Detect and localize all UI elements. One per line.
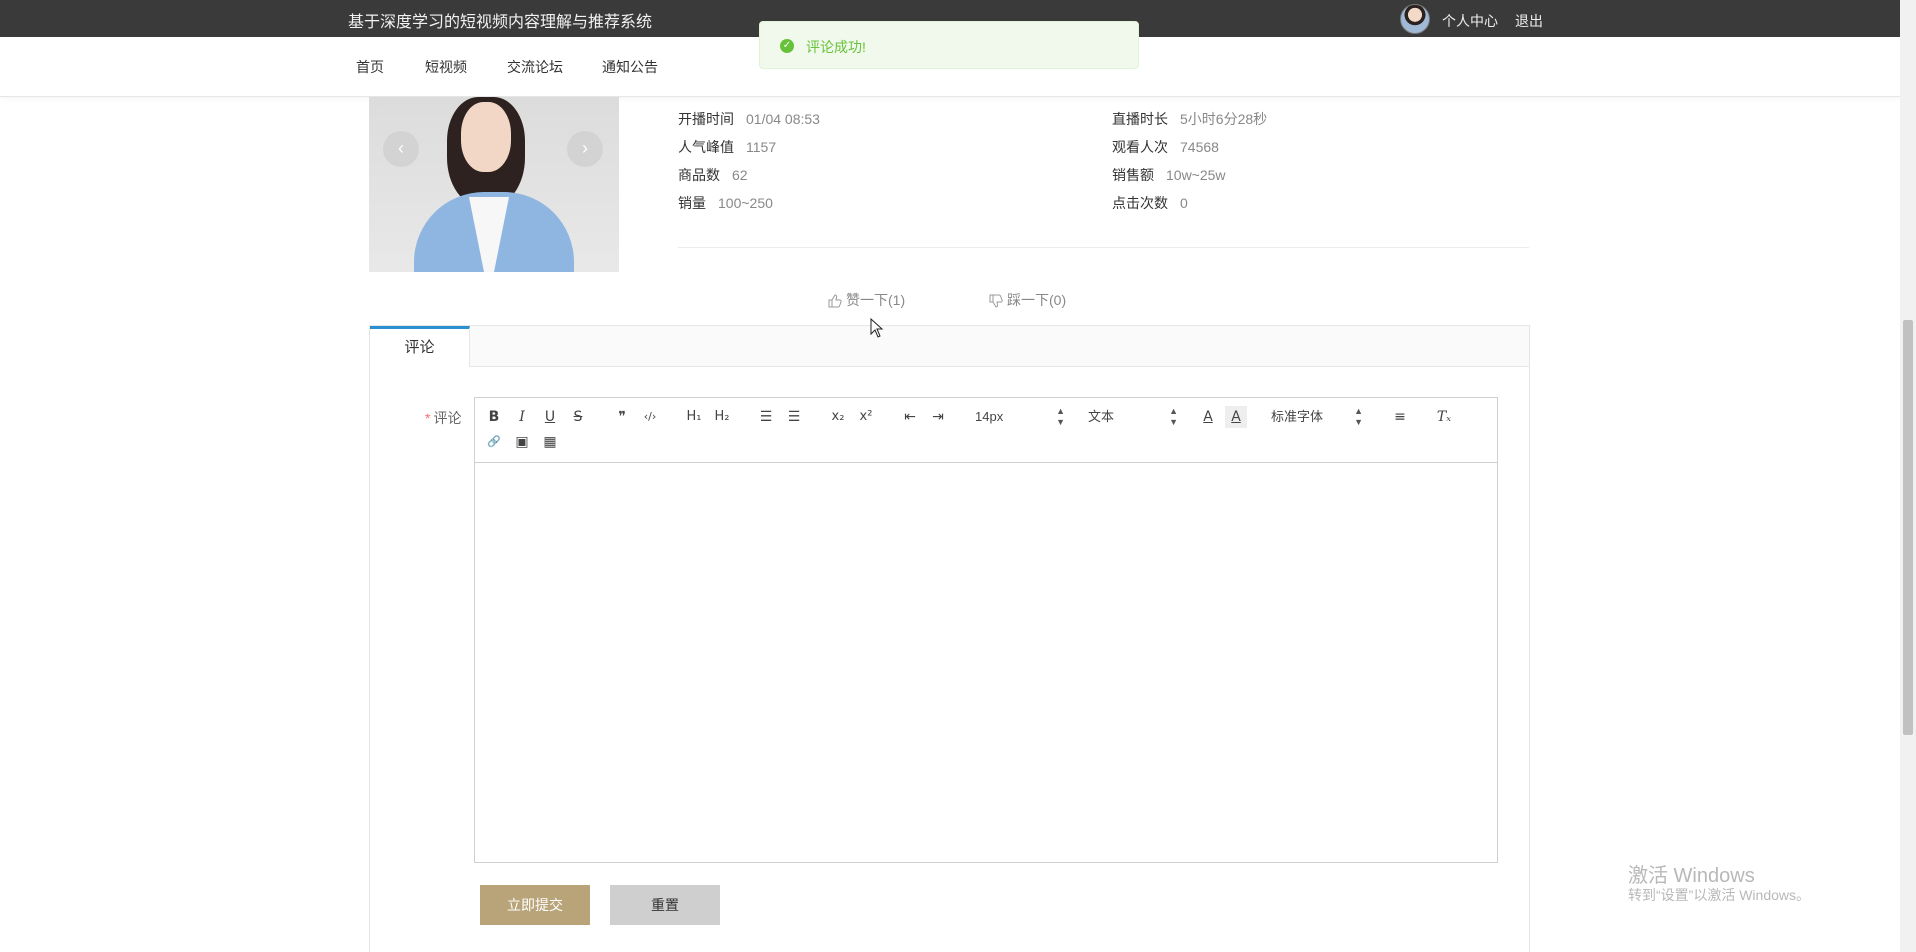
like-button[interactable]: 赞一下(1) <box>828 290 905 310</box>
nav-item-notice[interactable]: 通知公告 <box>602 57 658 77</box>
header-picker[interactable]: 文本 ▲ ▼ <box>1088 406 1178 428</box>
superscript-button[interactable]: x² <box>855 406 877 428</box>
text-color-button[interactable]: A <box>1197 406 1219 428</box>
info-value: 74568 <box>1180 139 1219 155</box>
comment-label-text: 评论 <box>433 410 462 426</box>
info-label: 直播时长 <box>1112 111 1168 127</box>
activation-watermark-title: 激活 Windows <box>1628 865 1755 887</box>
blockquote-button[interactable]: ❞ <box>611 406 633 428</box>
info-value: 5小时6分28秒 <box>1180 111 1268 127</box>
code-block-button[interactable]: ‹/› <box>639 406 661 428</box>
picker-arrows-icon: ▲ ▼ <box>1056 406 1065 427</box>
font-size-value: 14px <box>975 409 1004 424</box>
carousel-prev-button[interactable]: ‹ <box>383 131 419 167</box>
info-sales-volume: 销量 100~250 <box>678 193 773 213</box>
bold-button[interactable]: B <box>483 406 505 428</box>
info-value: 100~250 <box>718 195 773 211</box>
info-value: 62 <box>732 167 748 183</box>
info-value: 01/04 08:53 <box>746 111 820 127</box>
check-circle-icon: ✓ <box>780 39 794 53</box>
info-label: 观看人次 <box>1112 139 1168 155</box>
required-mark: * <box>425 410 431 426</box>
video-button[interactable]: ▦ <box>539 431 561 453</box>
info-sales-amount: 销售额 10w~25w <box>1112 165 1226 185</box>
avatar[interactable] <box>1400 4 1430 34</box>
info-value: 10w~25w <box>1166 167 1226 183</box>
font-family-picker[interactable]: 标准字体 ▲ ▼ <box>1271 406 1363 428</box>
info-label: 销量 <box>678 195 706 211</box>
carousel-next-button[interactable]: › <box>567 131 603 167</box>
comment-editor: B I U S ❞ ‹/› H₁ H₂ ☰ ☰ x₂ x² ⇤ ⇥ 14px ▲… <box>474 397 1498 863</box>
info-label: 商品数 <box>678 167 720 183</box>
picker-arrows-icon: ▲ ▼ <box>1169 406 1178 427</box>
image-button[interactable]: ▣ <box>511 431 533 453</box>
background-color-button[interactable]: A <box>1225 406 1247 428</box>
info-peak-popularity: 人气峰值 1157 <box>678 137 776 157</box>
info-product-count: 商品数 62 <box>678 165 748 185</box>
nav-item-short-video[interactable]: 短视频 <box>425 57 467 77</box>
outdent-button[interactable]: ⇤ <box>899 406 921 428</box>
font-size-picker[interactable]: 14px ▲ ▼ <box>975 406 1065 428</box>
site-title: 基于深度学习的短视频内容理解与推荐系统 <box>348 14 653 31</box>
dislike-button[interactable]: 踩一下(0) <box>989 290 1066 310</box>
thumbs-down-icon <box>989 294 1003 308</box>
nav-item-forum[interactable]: 交流论坛 <box>507 57 563 77</box>
nav-item-home[interactable]: 首页 <box>356 57 384 77</box>
info-start-time: 开播时间 01/04 08:53 <box>678 109 820 129</box>
info-label: 人气峰值 <box>678 139 734 155</box>
tab-bar: 评论 <box>370 326 1529 367</box>
ordered-list-button[interactable]: ☰ <box>755 406 777 428</box>
logout-link[interactable]: 退出 <box>1515 11 1543 31</box>
comment-field-label: * 评论 <box>425 408 461 428</box>
info-click-count: 点击次数 0 <box>1112 193 1188 213</box>
subscript-button[interactable]: x₂ <box>827 406 849 428</box>
indent-button[interactable]: ⇥ <box>927 406 949 428</box>
info-label: 销售额 <box>1112 167 1154 183</box>
thumbs-up-icon <box>828 294 842 308</box>
header1-button[interactable]: H₁ <box>683 406 705 428</box>
header-value: 文本 <box>1088 409 1115 424</box>
picker-arrows-icon: ▲ ▼ <box>1354 406 1363 427</box>
editor-content-area[interactable] <box>475 464 1497 862</box>
info-value: 1157 <box>746 139 777 155</box>
link-button[interactable]: 🔗 <box>483 431 505 453</box>
clear-format-button[interactable]: Tₓ <box>1433 406 1455 428</box>
info-value: 0 <box>1180 195 1188 211</box>
tab-comment[interactable]: 评论 <box>370 326 470 367</box>
italic-button[interactable]: I <box>511 406 533 428</box>
info-divider <box>678 247 1529 248</box>
align-button[interactable]: ≡ <box>1389 406 1411 428</box>
font-family-value: 标准字体 <box>1271 409 1324 424</box>
header2-button[interactable]: H₂ <box>711 406 733 428</box>
underline-button[interactable]: U <box>539 406 561 428</box>
info-label: 开播时间 <box>678 111 734 127</box>
success-toast: ✓ 评论成功! <box>759 21 1139 69</box>
submit-button[interactable]: 立即提交 <box>480 885 590 925</box>
dislike-label: 踩一下(0) <box>1007 292 1067 308</box>
info-label: 点击次数 <box>1112 195 1168 211</box>
carousel-image: ‹ › <box>369 97 619 272</box>
editor-toolbar: B I U S ❞ ‹/› H₁ H₂ ☰ ☰ x₂ x² ⇤ ⇥ 14px ▲… <box>475 398 1497 463</box>
info-live-duration: 直播时长 5小时6分28秒 <box>1112 109 1267 129</box>
page-scrollbar[interactable] <box>1900 0 1916 952</box>
info-viewers: 观看人次 74568 <box>1112 137 1219 157</box>
mouse-cursor-icon <box>870 318 884 338</box>
user-center-link[interactable]: 个人中心 <box>1442 11 1498 31</box>
activation-watermark-subtitle: 转到“设置”以激活 Windows。 <box>1628 887 1811 903</box>
like-label: 赞一下(1) <box>846 292 906 308</box>
photo-face <box>461 102 511 172</box>
scrollbar-thumb[interactable] <box>1903 320 1913 735</box>
bullet-list-button[interactable]: ☰ <box>783 406 805 428</box>
toast-message: 评论成功! <box>806 39 866 55</box>
strike-button[interactable]: S <box>567 406 589 428</box>
reset-button[interactable]: 重置 <box>610 885 720 925</box>
